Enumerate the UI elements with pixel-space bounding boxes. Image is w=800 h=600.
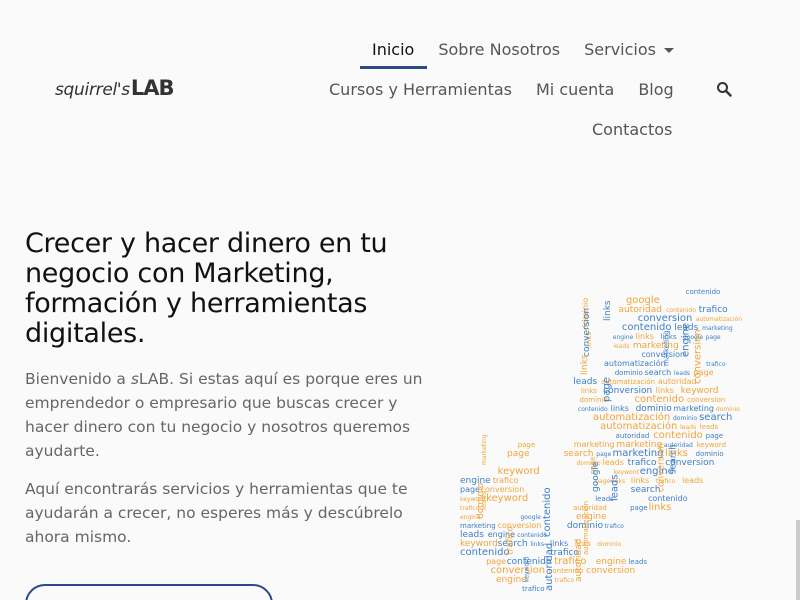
wordcloud-word: keyword — [524, 557, 531, 582]
wordcloud-word: automatización — [604, 358, 666, 368]
hero-description: Aquí encontrarás servicios y herramienta… — [25, 480, 408, 546]
nav-inicio[interactable]: Inicio — [372, 40, 414, 59]
wordcloud-word: keyword — [486, 493, 528, 504]
site-logo[interactable]: squirrel's LAB — [55, 76, 175, 100]
nav-contactos[interactable]: Contactos — [592, 120, 672, 139]
wordcloud-word: leads — [674, 370, 690, 377]
squirrel-wordcloud-image: contenidogoogleautoridad contenido trafico… — [460, 288, 742, 593]
nav-cursos-herramientas[interactable]: Cursos y Herramientas — [329, 80, 512, 99]
wordcloud-word: automatización — [696, 316, 743, 323]
wordcloud-word: autoridad — [658, 377, 697, 386]
wordcloud-word: contenido — [542, 487, 553, 537]
wordcloud-word: links — [636, 332, 654, 341]
wordcloud-word: page — [706, 334, 721, 341]
wordcloud-word: conversion — [498, 521, 542, 530]
wordcloud-word: search — [699, 412, 732, 423]
wordcloud-word: marketing — [702, 325, 733, 332]
wordcloud-word: leads — [682, 476, 703, 485]
nav-sobre-nosotros[interactable]: Sobre Nosotros — [438, 40, 560, 59]
wordcloud-word: dominio — [696, 450, 724, 458]
search-icon[interactable] — [716, 81, 732, 97]
hero-title: Crecer y hacer dinero en tu negocio con … — [25, 228, 388, 349]
wordcloud-word: dominio — [476, 482, 486, 519]
logo-lab: LAB — [130, 76, 175, 100]
wordcloud-word: trafico — [605, 523, 625, 530]
wordcloud-word: trafico — [555, 577, 575, 584]
wordcloud-word: conversion — [582, 308, 592, 357]
wordcloud-word: page — [602, 377, 613, 402]
wordcloud-word: conversion — [586, 566, 635, 576]
wordcloud-word: marketing — [481, 434, 488, 465]
wordcloud-word: autoridad — [573, 504, 607, 512]
wordcloud-word: engine — [496, 575, 527, 585]
wordcloud-word: dominio — [597, 541, 621, 548]
wordcloud-word: leads — [603, 458, 624, 467]
wordcloud-word: autoridad — [616, 432, 650, 440]
wordcloud-word: conversion — [687, 396, 725, 404]
wordcloud-word: autoridad — [574, 539, 584, 582]
wordcloud-word: keyword — [697, 441, 726, 449]
chevron-down-icon — [663, 48, 674, 53]
wordcloud-word: links — [581, 387, 597, 395]
wordcloud-word: keyword — [681, 386, 719, 396]
wordcloud-word: autoridad — [544, 543, 555, 591]
wordcloud-words: contenidogoogleautoridad contenido trafico… — [460, 288, 742, 593]
brand-s: s — [130, 370, 139, 388]
wordcloud-word: page — [596, 451, 611, 458]
wordcloud-word: google — [520, 514, 541, 521]
wordcloud-word: leads — [613, 343, 629, 350]
nav-mi-cuenta[interactable]: Mi cuenta — [536, 80, 614, 99]
wordcloud-word: dominio — [615, 369, 643, 377]
wordcloud-word: google — [591, 461, 601, 492]
wordcloud-word: trafico — [493, 476, 519, 485]
wordcloud-word: engine — [613, 334, 634, 341]
nav-servicios-label: Servicios — [584, 40, 656, 59]
hero-intro: Bienvenido a sLAB. Si estas aquí es porq… — [25, 367, 425, 463]
wordcloud-word: links — [580, 354, 590, 375]
wordcloud-word: links — [631, 476, 649, 485]
hero-intro-prefix: Bienvenido a — [25, 370, 131, 388]
wordcloud-word: page — [706, 432, 723, 440]
wordcloud-word: trafico — [506, 526, 516, 555]
wordcloud-word: marketing — [663, 330, 671, 366]
wordcloud-word: page — [630, 504, 647, 512]
brand-lab: LAB — [138, 370, 170, 388]
wordcloud-word: contenido — [686, 288, 721, 296]
wordcloud-word: search — [669, 444, 679, 474]
wordcloud-word: conversion — [656, 443, 666, 492]
wordcloud-word: trafico — [699, 305, 728, 315]
wordcloud-word: marketing — [460, 522, 496, 530]
wordcloud-word: trafico — [522, 585, 544, 593]
wordcloud-word: leads — [609, 474, 620, 501]
page-scrollbar[interactable] — [796, 520, 800, 600]
wordcloud-word: page — [518, 441, 535, 449]
wordcloud-word: links — [603, 300, 613, 321]
wordcloud-word: conversion — [692, 329, 703, 384]
logo-script: squirrel's — [55, 80, 130, 100]
wordcloud-word: links — [530, 541, 544, 548]
wordcloud-word: links — [649, 502, 672, 513]
wordcloud-word: marketing — [574, 440, 615, 449]
wordcloud-word: page — [507, 449, 530, 459]
wordcloud-word: search — [645, 368, 672, 377]
nav-blog[interactable]: Blog — [638, 80, 673, 99]
nav-servicios[interactable]: Servicios — [584, 40, 674, 59]
active-nav-underline — [360, 66, 427, 69]
wordcloud-word: leads — [573, 377, 597, 387]
cta-button[interactable] — [25, 584, 273, 600]
wordcloud-word: engine — [680, 323, 691, 357]
wordcloud-word: leads — [628, 558, 647, 566]
wordcloud-word: trafico — [706, 361, 726, 368]
